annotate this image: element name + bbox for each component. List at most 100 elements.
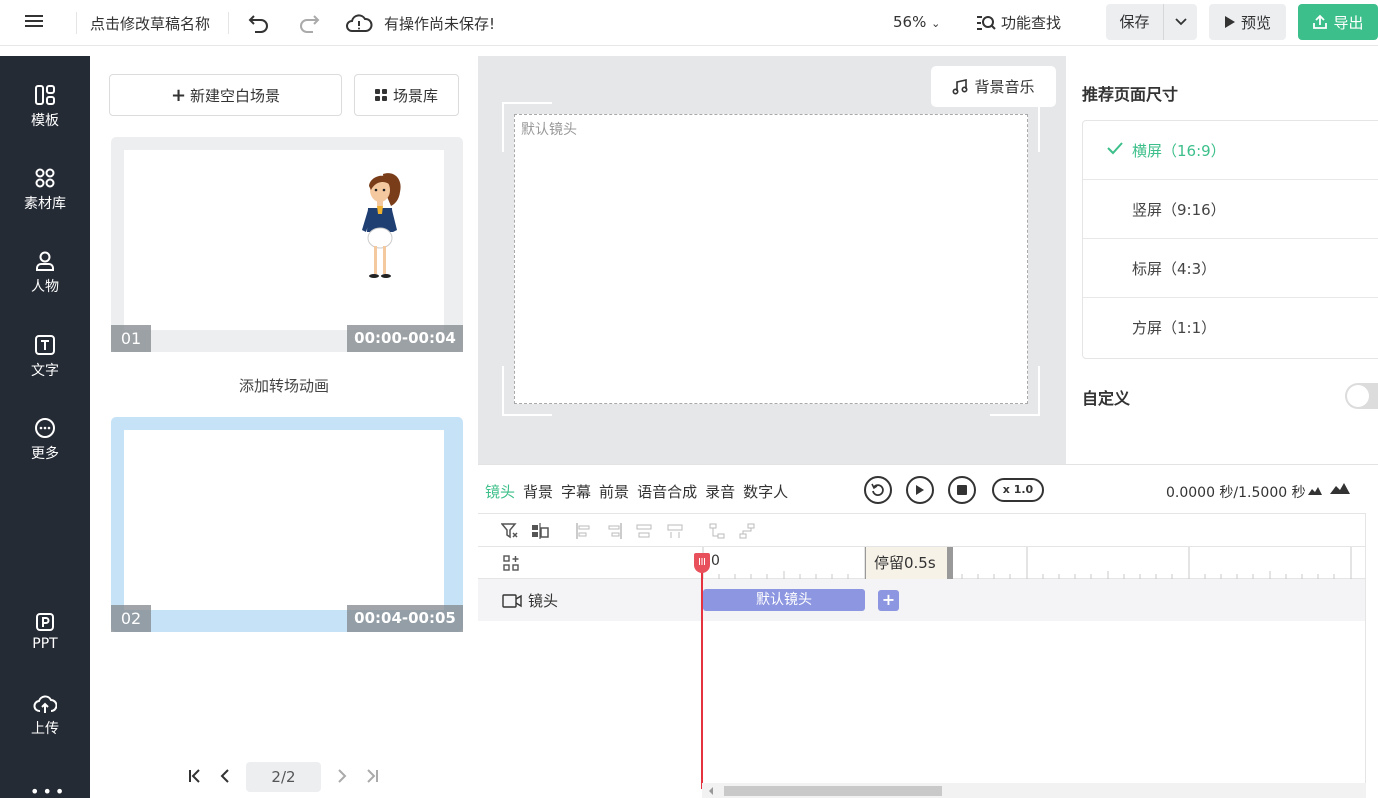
nav-item-ppt[interactable]: PPT [0, 602, 90, 662]
prev-page-icon[interactable] [219, 768, 231, 787]
unsaved-status: 有操作尚未保存! [384, 15, 496, 33]
play-button[interactable] [906, 476, 934, 504]
align-right-icon[interactable] [605, 522, 623, 540]
menu-icon[interactable] [24, 12, 44, 32]
align-left-icon[interactable] [575, 522, 593, 540]
more-dots[interactable]: ••• [30, 782, 67, 798]
tab-recording[interactable]: 录音 [705, 481, 735, 502]
tab-background[interactable]: 背景 [523, 481, 553, 502]
background-music-label: 背景音乐 [974, 78, 1035, 96]
size-option-16-9[interactable]: 横屏（16:9） [1083, 121, 1378, 180]
nav-item-assets[interactable]: 素材库 [0, 160, 90, 220]
canvas-area: 背景音乐 默认镜头 [478, 56, 1066, 464]
scene-card[interactable]: 01 00:00-00:04 [111, 137, 463, 352]
nav-item-more[interactable]: 更多 [0, 410, 90, 470]
nav-item-text[interactable]: 文字 [0, 327, 90, 387]
nav-item-characters[interactable]: 人物 [0, 243, 90, 303]
scrollbar-thumb[interactable] [724, 786, 942, 796]
scene-time-range: 00:04-00:05 [347, 605, 463, 632]
timeline-horizontal-scrollbar[interactable] [702, 783, 1366, 798]
person-icon [36, 251, 54, 271]
replay-icon [871, 483, 884, 496]
timeline-ruler[interactable]: 0 停留0.5s [478, 547, 1366, 579]
timeline-tabs: 镜头 背景 字幕 前景 语音合成 录音 数字人 [485, 481, 788, 502]
ungroup-icon[interactable] [738, 522, 756, 540]
group-icon[interactable] [708, 522, 726, 540]
filter-icon[interactable] [501, 522, 519, 540]
stay-drag-handle[interactable] [947, 547, 953, 579]
character-figure [362, 173, 401, 278]
play-icon [916, 485, 924, 495]
scene-library-label: 场景库 [392, 86, 438, 105]
playhead-handle[interactable] [694, 553, 710, 573]
time-readout: 0.0000 秒/1.5000 秒 [1166, 485, 1306, 501]
search-icon [977, 15, 996, 30]
playhead-line [701, 556, 703, 789]
zoom-out-timeline-icon[interactable] [1308, 485, 1322, 495]
scroll-left-icon[interactable] [708, 787, 714, 795]
preview-button[interactable]: 预览 [1209, 4, 1286, 40]
nav-label: 人物 [31, 279, 59, 295]
zoom-select[interactable]: 56% ⌄ [893, 13, 940, 31]
feature-search-button[interactable]: 功能查找 [976, 12, 1061, 33]
feature-search-label: 功能查找 [1001, 14, 1062, 32]
toggle-knob [1347, 385, 1369, 407]
draft-title[interactable]: 点击修改草稿名称 [90, 13, 210, 34]
nav-label: 更多 [31, 446, 59, 462]
export-label: 导出 [1333, 13, 1364, 32]
new-blank-scene-button[interactable]: + 新建空白场景 [109, 74, 342, 116]
speed-button[interactable]: x 1.0 [992, 478, 1044, 502]
scene-library-button[interactable]: 场景库 [354, 74, 459, 116]
save-dropdown-button[interactable] [1164, 4, 1197, 40]
shot-track-label: 镜头 [528, 592, 559, 610]
size-option-9-16[interactable]: 竖屏（9:16） [1083, 180, 1378, 239]
nav-item-templates[interactable]: 模板 [0, 77, 90, 137]
shot-track: 镜头 默认镜头 + [478, 579, 1366, 621]
page-size-list: 横屏（16:9） 竖屏（9:16） 标屏（4:3） 方屏（1:1） [1082, 120, 1378, 359]
tab-digital-human[interactable]: 数字人 [743, 481, 788, 502]
scene-card-selected[interactable]: 02 00:04-00:05 [111, 417, 463, 632]
size-option-1-1[interactable]: 方屏（1:1） [1083, 298, 1378, 357]
tab-subtitle[interactable]: 字幕 [561, 481, 591, 502]
nav-label: PPT [32, 636, 58, 652]
layers-icon[interactable] [531, 522, 549, 540]
distribute-icon[interactable] [635, 522, 653, 540]
tab-shot[interactable]: 镜头 [485, 481, 515, 502]
size-option-4-3[interactable]: 标屏（4:3） [1083, 239, 1378, 298]
scene-number: 01 [111, 325, 151, 352]
default-shot-clip[interactable]: 默认镜头 [703, 589, 865, 611]
divider [228, 12, 229, 34]
undo-icon[interactable] [246, 10, 272, 36]
export-button[interactable]: 导出 [1298, 4, 1378, 40]
zoom-in-timeline-icon[interactable] [1330, 481, 1350, 494]
ruler-ticks [702, 547, 1352, 579]
camera-icon [502, 593, 522, 608]
cloud-warning-icon [344, 10, 374, 36]
last-page-icon[interactable] [365, 768, 379, 787]
page-indicator[interactable]: 2/2 [246, 762, 321, 792]
scene-number: 02 [111, 605, 151, 632]
plus-icon: + [170, 84, 187, 106]
tab-tts[interactable]: 语音合成 [637, 481, 697, 502]
next-page-icon[interactable] [336, 768, 348, 787]
redo-icon[interactable] [296, 10, 322, 36]
assets-icon [35, 168, 55, 188]
add-transition-link[interactable]: 添加转场动画 [90, 375, 478, 396]
stage-canvas[interactable]: 默认镜头 [514, 114, 1028, 404]
nav-item-upload[interactable]: 上传 [0, 686, 90, 746]
upload-icon [1313, 14, 1328, 29]
replay-button[interactable] [864, 476, 892, 504]
zoom-value: 56% [893, 13, 927, 31]
custom-size-toggle[interactable] [1345, 383, 1378, 409]
spacing-icon[interactable] [666, 522, 684, 540]
add-track-icon[interactable] [503, 555, 519, 571]
tab-foreground[interactable]: 前景 [599, 481, 629, 502]
add-shot-button[interactable]: + [878, 590, 899, 611]
first-page-icon[interactable] [188, 768, 202, 787]
stay-duration-marker[interactable]: 停留0.5s [865, 547, 947, 579]
background-music-button[interactable]: 背景音乐 [931, 66, 1056, 107]
nav-label: 素材库 [24, 196, 66, 212]
save-button[interactable]: 保存 [1106, 4, 1164, 40]
stop-button[interactable] [948, 476, 976, 504]
size-option-label: 竖屏（9:16） [1132, 200, 1226, 219]
